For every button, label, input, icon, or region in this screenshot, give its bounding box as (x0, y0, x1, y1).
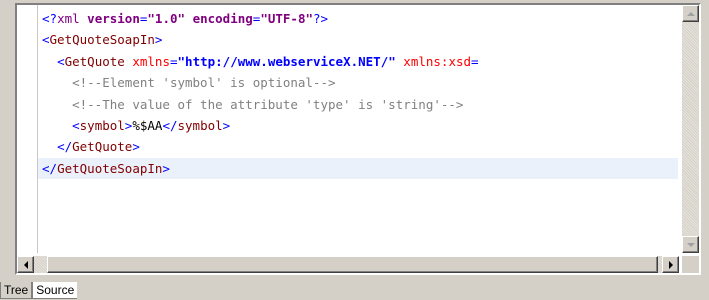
scroll-left-button[interactable] (17, 256, 34, 273)
code-token: <? (42, 11, 58, 26)
code-token: <!--Element 'symbol' is optional--> (72, 75, 336, 91)
code-token: > (162, 160, 170, 176)
arrow-down-icon (686, 242, 695, 247)
code-line[interactable] (38, 201, 678, 222)
code-token: > (222, 117, 231, 133)
code-token: symbol (177, 117, 223, 133)
editor-gutter (17, 5, 38, 253)
code-token: xmlns (132, 53, 170, 69)
code-token: ?> (313, 11, 329, 26)
code-token: symbol (79, 117, 125, 133)
code-line[interactable]: </GetQuoteSoapIn> (38, 157, 678, 180)
arrow-right-icon (668, 260, 673, 269)
code-token: > (154, 32, 163, 48)
code-line[interactable]: <GetQuote xmlns="http://www.webserviceX.… (38, 51, 678, 72)
code-token: "1.0" (147, 11, 186, 26)
tab-tree[interactable]: Tree (0, 282, 33, 299)
code-token: </ (162, 117, 178, 133)
scrollbar-corner (682, 256, 699, 273)
code-token: < (57, 53, 65, 69)
code-token: = (471, 53, 479, 69)
code-token: < (42, 32, 50, 48)
code-token: xmlns:xsd (403, 53, 472, 69)
code-token: encoding (192, 11, 253, 26)
code-token: = (169, 53, 178, 69)
code-token: </ (42, 160, 58, 176)
code-line[interactable]: <?xml version="1.0" encoding="UTF-8"?> (38, 8, 678, 29)
scroll-up-button[interactable] (682, 5, 699, 22)
code-token: GetQuote (64, 53, 125, 69)
code-line[interactable]: <!--Element 'symbol' is optional--> (38, 72, 678, 93)
code-line[interactable]: <symbol>%$AA</symbol> (38, 115, 678, 136)
scroll-right-button[interactable] (662, 256, 679, 273)
code-token: xml (57, 11, 80, 26)
code-token: GetQuoteSoapIn (57, 160, 163, 176)
scroll-down-button[interactable] (682, 236, 699, 253)
code-token: > (132, 139, 140, 155)
arrow-up-icon (686, 11, 695, 16)
code-token: version (87, 11, 140, 26)
code-token: GetQuote (72, 139, 133, 155)
code-line[interactable] (38, 179, 678, 200)
view-tabs: Tree Source (0, 282, 78, 300)
code-token: %$AA (132, 117, 163, 133)
code-line[interactable]: </GetQuote> (38, 136, 678, 157)
xml-source-panel: <?xml version="1.0" encoding="UTF-8"?> <G… (15, 3, 701, 275)
code-token: </ (57, 139, 73, 155)
xml-editor[interactable]: <?xml version="1.0" encoding="UTF-8"?> <G… (15, 3, 701, 275)
horizontal-scrollbar[interactable] (17, 256, 679, 273)
arrow-left-icon (23, 260, 28, 269)
vertical-scrollbar[interactable] (682, 5, 699, 253)
code-line[interactable]: <!--The value of the attribute 'type' is… (38, 94, 678, 115)
code-token: "UTF-8" (260, 11, 313, 26)
tab-source[interactable]: Source (32, 282, 78, 299)
code-line[interactable]: <GetQuoteSoapIn> (38, 29, 678, 50)
horizontal-scroll-thumb[interactable] (47, 256, 658, 273)
code-token: GetQuoteSoapIn (49, 32, 155, 48)
code-line[interactable] (38, 222, 678, 243)
code-token: <!--The value of the attribute 'type' is… (72, 96, 464, 112)
code-area[interactable]: <?xml version="1.0" encoding="UTF-8"?> <G… (38, 8, 678, 252)
code-token: < (72, 117, 80, 133)
code-token: "http://www.webserviceX.NET/" (177, 53, 396, 69)
